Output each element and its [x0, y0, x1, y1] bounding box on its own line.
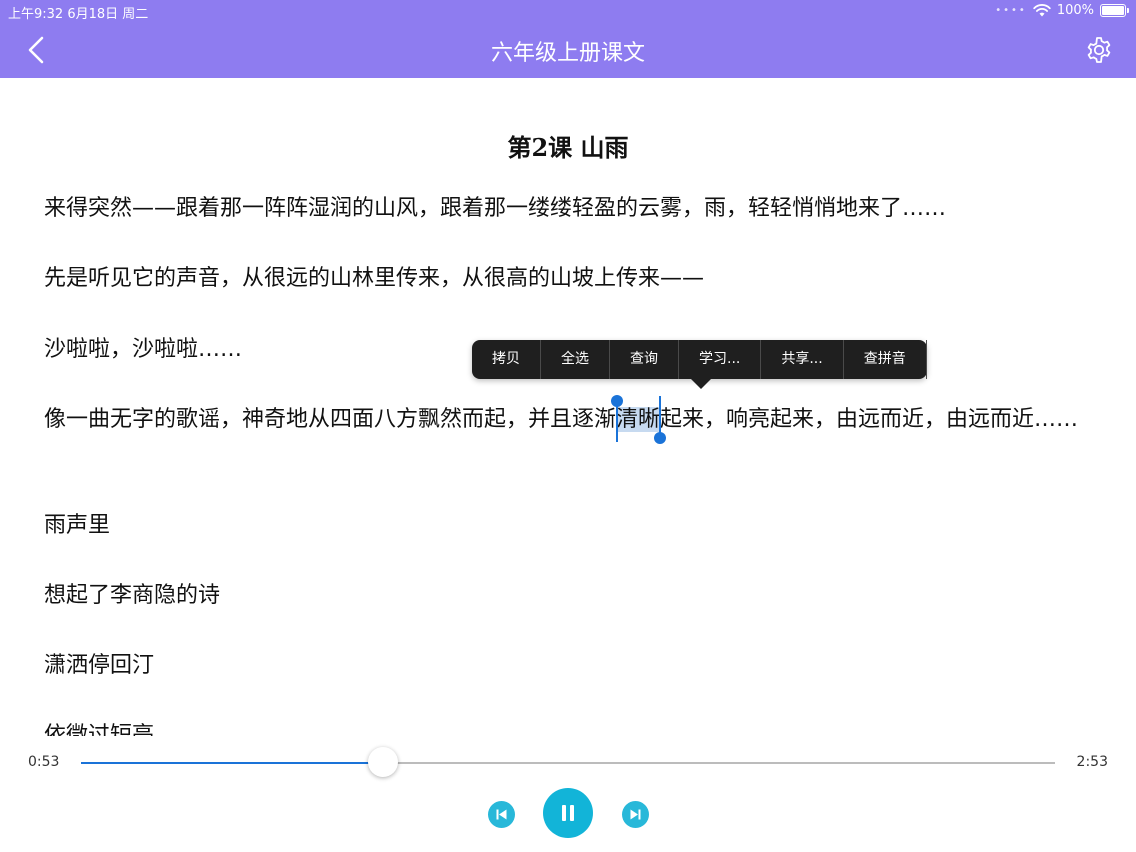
battery-percent: 100%: [1056, 3, 1094, 18]
paragraph[interactable]: 雨声里: [44, 508, 1104, 544]
settings-button[interactable]: [1084, 35, 1114, 65]
next-button[interactable]: [622, 801, 649, 828]
lesson-title: 第2课 山雨: [507, 133, 629, 162]
paragraph[interactable]: 想起了李商隐的诗: [44, 578, 1104, 614]
paragraph-text-before: 像一曲无字的歌谣，神奇地从四面八方飘然而起，并且逐渐: [44, 407, 617, 432]
audio-player: 0:53 2:53: [0, 736, 1136, 852]
menu-share[interactable]: 共享...: [761, 340, 844, 379]
selection-end-handle[interactable]: [654, 396, 667, 444]
menu-pointer-arrow: [691, 379, 711, 389]
paragraph[interactable]: 先是听见它的声音，从很远的山林里传来，从很高的山坡上传来——: [44, 261, 1104, 297]
progress-slider[interactable]: [81, 747, 1055, 777]
selected-text[interactable]: 清晰: [611, 395, 667, 444]
page-title: 六年级上册课文: [490, 41, 645, 66]
menu-learn[interactable]: 学习...: [679, 340, 762, 379]
paragraph-with-selection[interactable]: 像一曲无字的歌谣，神奇地从四面八方飘然而起，并且逐渐清晰 起来，响亮起来，由远而近…: [44, 395, 1104, 444]
pause-button[interactable]: [543, 788, 593, 838]
status-indicators: •••• 100%: [995, 3, 1129, 18]
skip-back-icon: [488, 801, 515, 828]
wifi-icon: [1033, 4, 1051, 17]
lesson-content[interactable]: 第2课 山雨 来得突然——跟着那一阵阵湿润的山风，跟着那一缕缕轻盈的云雾，雨，轻…: [0, 78, 1136, 736]
gear-icon: [1084, 35, 1114, 65]
current-time: 0:53: [28, 754, 60, 770]
selected-text-value: 清晰: [616, 407, 661, 432]
selection-start-handle[interactable]: [611, 395, 624, 442]
menu-pinyin[interactable]: 查拼音: [844, 340, 927, 379]
skip-forward-icon: [622, 801, 649, 828]
signal-dots: ••••: [995, 5, 1027, 16]
menu-select-all[interactable]: 全选: [541, 340, 610, 379]
paragraph[interactable]: 潇洒停回汀: [44, 648, 1104, 684]
status-time-date: 上午9:32 6月18日 周二: [8, 7, 149, 22]
progress-thumb[interactable]: [367, 747, 398, 777]
paragraph[interactable]: 依微过短亭: [44, 718, 1104, 736]
navigation-bar: 六年级上册课文: [0, 22, 1136, 78]
text-context-menu: 拷贝 全选 查询 学习... 共享... 查拼音: [472, 340, 927, 389]
pause-icon: [543, 788, 593, 838]
menu-lookup[interactable]: 查询: [610, 340, 679, 379]
paragraph[interactable]: 来得突然——跟着那一阵阵湿润的山风，跟着那一缕缕轻盈的云雾，雨，轻轻悄悄地来了……: [44, 191, 1104, 227]
total-time: 2:53: [1076, 754, 1108, 770]
status-bar: 上午9:32 6月18日 周二 •••• 100%: [0, 0, 1136, 22]
battery-icon: [1100, 4, 1129, 17]
menu-copy[interactable]: 拷贝: [472, 340, 541, 379]
progress-fill: [81, 762, 383, 764]
previous-button[interactable]: [488, 801, 515, 828]
paragraph-text-after: 起来，响亮起来，由远而近，由远而近……: [660, 407, 1079, 432]
